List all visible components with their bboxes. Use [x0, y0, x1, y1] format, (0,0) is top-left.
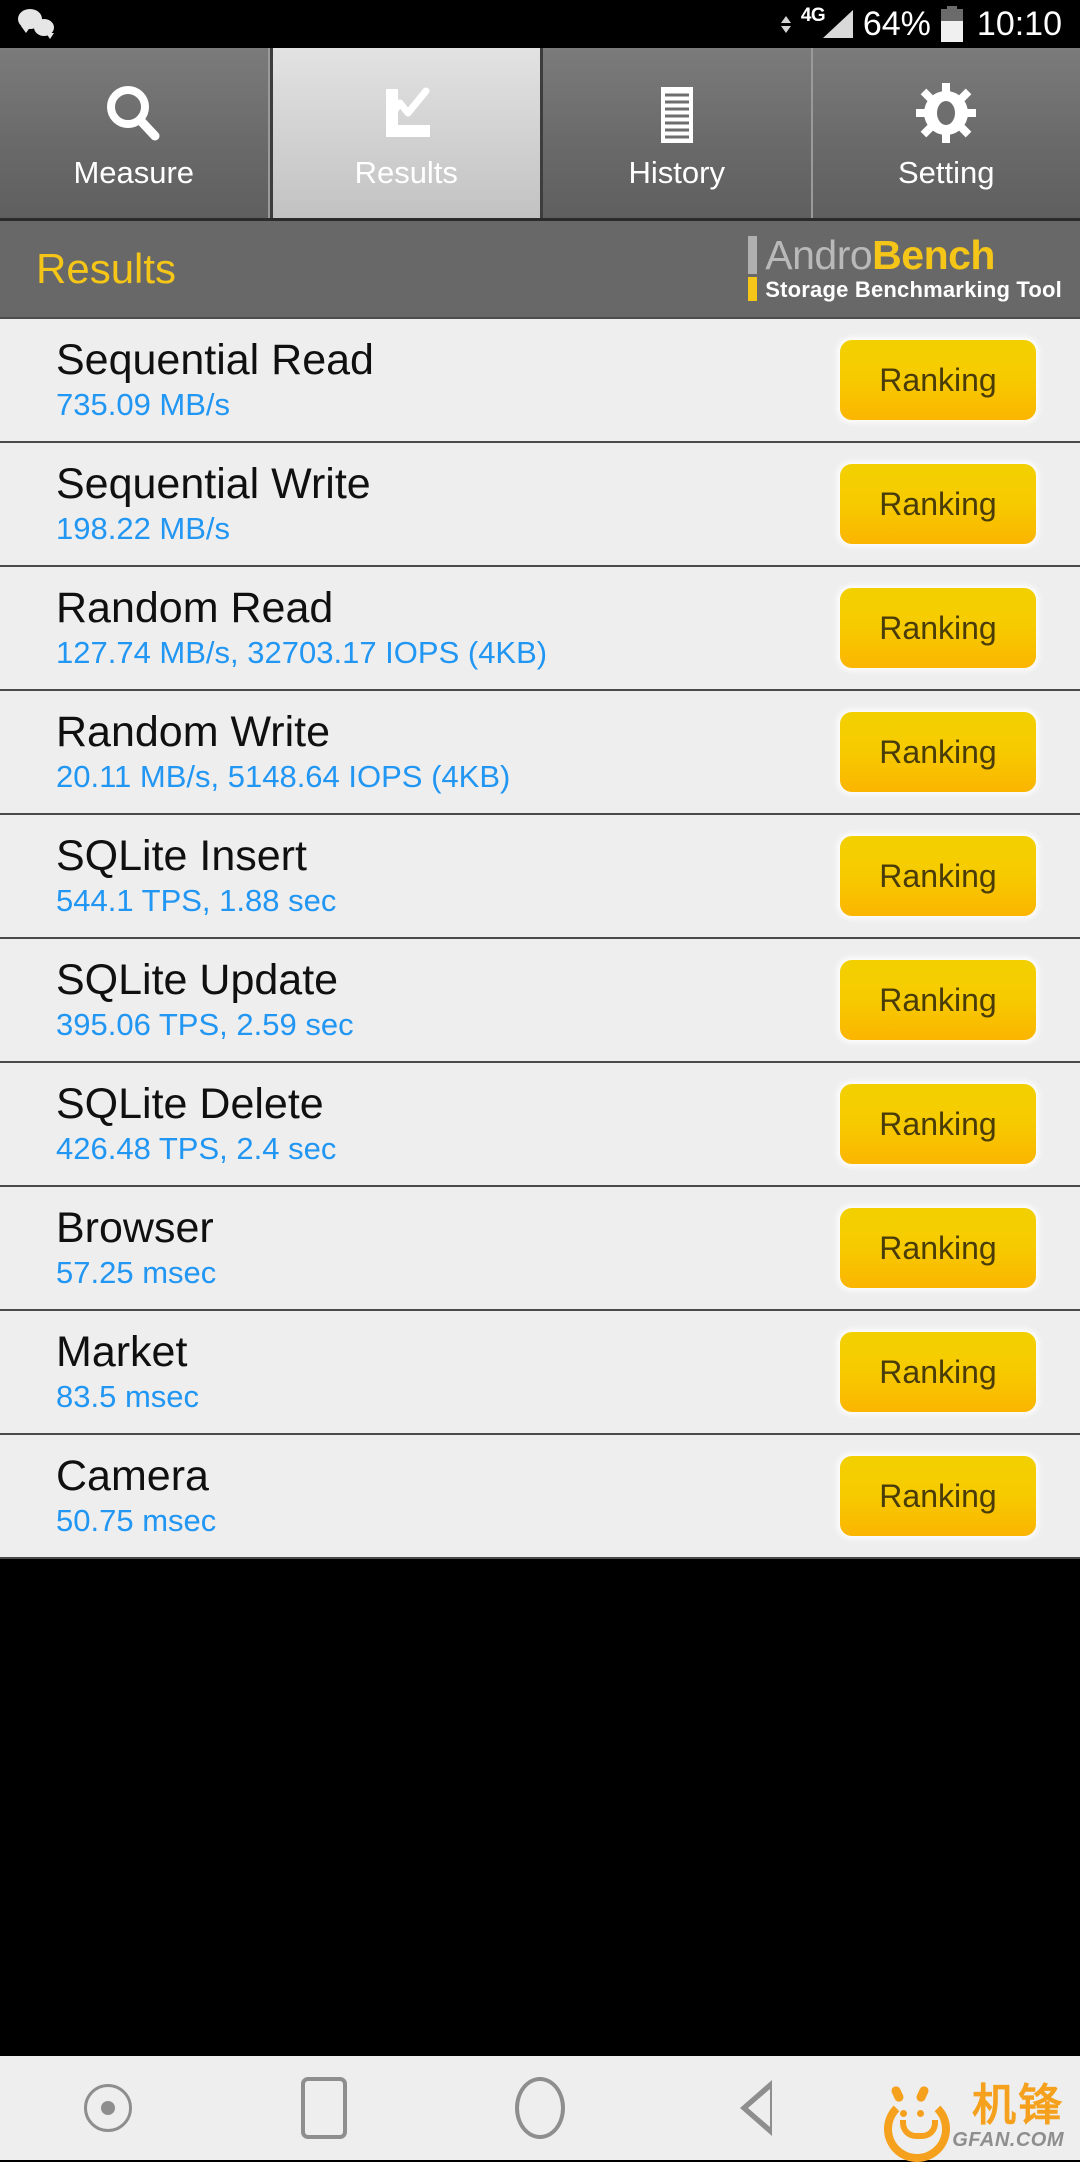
ranking-button[interactable]: Ranking — [840, 588, 1036, 668]
wechat-icon — [18, 7, 60, 41]
row-texts: Random Read 127.74 MB/s, 32703.17 IOPS (… — [56, 587, 547, 668]
ranking-button[interactable]: Ranking — [840, 1456, 1036, 1536]
row-texts: Sequential Read 735.09 MB/s — [56, 339, 374, 420]
status-bar-right: 4G 64% 10:10 — [781, 5, 1062, 44]
network-type-label: 4G — [801, 5, 825, 27]
result-value: 127.74 MB/s, 32703.17 IOPS (4KB) — [56, 637, 547, 669]
status-bar: 4G 64% 10:10 — [0, 0, 1080, 48]
table-row[interactable]: SQLite Update 395.06 TPS, 2.59 sec Ranki… — [0, 939, 1080, 1063]
gfan-text: 机锋 GFAN.COM — [952, 2084, 1064, 2152]
logo-subtitle: Storage Benchmarking Tool — [765, 277, 1062, 303]
table-row[interactable]: Market 83.5 msec Ranking — [0, 1311, 1080, 1435]
gfan-brand-cn: 机锋 — [972, 2084, 1064, 2128]
table-row[interactable]: SQLite Delete 426.48 TPS, 2.4 sec Rankin… — [0, 1063, 1080, 1187]
tab-history-label: History — [629, 157, 725, 188]
back-icon — [740, 2080, 772, 2136]
battery-percent-label: 64% — [863, 5, 931, 44]
row-texts: Random Write 20.11 MB/s, 5148.64 IOPS (4… — [56, 711, 510, 792]
row-texts: Browser 57.25 msec — [56, 1207, 216, 1288]
nav-recents-button[interactable] — [216, 2056, 432, 2160]
recents-icon — [301, 2077, 347, 2139]
tab-history[interactable]: History — [543, 48, 813, 218]
table-row[interactable]: Random Write 20.11 MB/s, 5148.64 IOPS (4… — [0, 691, 1080, 815]
list-lines-icon — [641, 79, 713, 151]
androbench-logo: AndroBench Storage Benchmarking Tool — [748, 235, 1062, 303]
table-row[interactable]: Browser 57.25 msec Ranking — [0, 1187, 1080, 1311]
row-texts: SQLite Update 395.06 TPS, 2.59 sec — [56, 959, 354, 1040]
result-title: Random Read — [56, 587, 547, 631]
gear-icon — [910, 79, 982, 151]
clock-label: 10:10 — [977, 5, 1062, 44]
battery-icon — [941, 6, 963, 42]
table-row[interactable]: Sequential Write 198.22 MB/s Ranking — [0, 443, 1080, 567]
row-texts: Sequential Write 198.22 MB/s — [56, 463, 371, 544]
result-value: 395.06 TPS, 2.59 sec — [56, 1009, 354, 1041]
screenshot-icon — [84, 2084, 132, 2132]
table-row[interactable]: Random Read 127.74 MB/s, 32703.17 IOPS (… — [0, 567, 1080, 691]
tab-results[interactable]: Results — [270, 48, 544, 218]
logo-bars-icon — [748, 235, 757, 303]
result-value: 198.22 MB/s — [56, 513, 371, 545]
result-title: Browser — [56, 1207, 216, 1251]
table-row[interactable]: Camera 50.75 msec Ranking — [0, 1435, 1080, 1559]
result-value: 20.11 MB/s, 5148.64 IOPS (4KB) — [56, 761, 510, 793]
ranking-button[interactable]: Ranking — [840, 1208, 1036, 1288]
tab-setting-label: Setting — [898, 157, 995, 188]
result-value: 426.48 TPS, 2.4 sec — [56, 1133, 336, 1165]
logo-name: AndroBench — [765, 235, 1062, 275]
row-texts: SQLite Insert 544.1 TPS, 1.88 sec — [56, 835, 336, 916]
logo-text: AndroBench Storage Benchmarking Tool — [765, 235, 1062, 303]
signal-icon: 4G — [801, 7, 853, 41]
result-title: SQLite Insert — [56, 835, 336, 879]
home-icon — [515, 2077, 565, 2139]
ranking-button[interactable]: Ranking — [840, 464, 1036, 544]
tab-measure-label: Measure — [73, 157, 194, 188]
row-texts: Market 83.5 msec — [56, 1331, 199, 1412]
table-row[interactable]: Sequential Read 735.09 MB/s Ranking — [0, 319, 1080, 443]
result-value: 57.25 msec — [56, 1257, 216, 1289]
line-chart-icon — [370, 79, 442, 151]
tab-measure[interactable]: Measure — [0, 48, 270, 218]
gfan-brand-en: GFAN.COM — [952, 2128, 1064, 2152]
results-header: Results AndroBench Storage Benchmarking … — [0, 221, 1080, 319]
results-list: Sequential Read 735.09 MB/s Ranking Sequ… — [0, 319, 1080, 1559]
tab-setting[interactable]: Setting — [813, 48, 1080, 218]
result-value: 544.1 TPS, 1.88 sec — [56, 885, 336, 917]
result-value: 735.09 MB/s — [56, 389, 374, 421]
tab-results-label: Results — [355, 157, 458, 188]
result-title: SQLite Delete — [56, 1083, 336, 1127]
result-title: Random Write — [56, 711, 510, 755]
result-value: 50.75 msec — [56, 1505, 216, 1537]
result-title: Camera — [56, 1455, 216, 1499]
nav-back-button[interactable] — [648, 2056, 864, 2160]
nav-home-button[interactable] — [432, 2056, 648, 2160]
row-texts: Camera 50.75 msec — [56, 1455, 216, 1536]
status-bar-left — [18, 7, 781, 41]
magnifier-icon — [98, 79, 170, 151]
row-texts: SQLite Delete 426.48 TPS, 2.4 sec — [56, 1083, 336, 1164]
page-title: Results — [36, 245, 176, 293]
data-transfer-icon — [781, 10, 791, 38]
tab-bar: Measure Results — [0, 48, 1080, 221]
table-row[interactable]: SQLite Insert 544.1 TPS, 1.88 sec Rankin… — [0, 815, 1080, 939]
nav-screenshot-button[interactable] — [0, 2056, 216, 2160]
system-nav-bar: 机锋 GFAN.COM — [0, 2056, 1080, 2160]
ranking-button[interactable]: Ranking — [840, 1332, 1036, 1412]
ranking-button[interactable]: Ranking — [840, 1084, 1036, 1164]
ranking-button[interactable]: Ranking — [840, 340, 1036, 420]
ranking-button[interactable]: Ranking — [840, 960, 1036, 1040]
gfan-watermark: 机锋 GFAN.COM — [880, 2084, 1064, 2152]
gfan-mascot-icon — [880, 2086, 944, 2150]
result-value: 83.5 msec — [56, 1381, 199, 1413]
logo-name-andro: Andro — [765, 232, 872, 278]
logo-name-bench: Bench — [872, 232, 995, 278]
result-title: Sequential Read — [56, 339, 374, 383]
ranking-button[interactable]: Ranking — [840, 712, 1036, 792]
result-title: Sequential Write — [56, 463, 371, 507]
result-title: Market — [56, 1331, 199, 1375]
ranking-button[interactable]: Ranking — [840, 836, 1036, 916]
result-title: SQLite Update — [56, 959, 354, 1003]
